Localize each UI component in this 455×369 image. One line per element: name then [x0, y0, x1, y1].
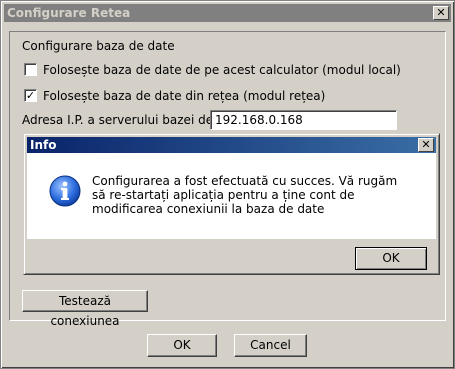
network-mode-checkbox[interactable]: ✓: [24, 89, 37, 102]
info-message-area: Configurarea a fost efectuată cu succes.…: [27, 153, 436, 239]
local-mode-label: Folosește baza de date de pe acest calcu…: [43, 63, 401, 77]
database-config-label: Configurare baza de date: [22, 39, 175, 53]
ip-address-input[interactable]: 192.168.0.168: [210, 110, 397, 130]
window-title: Configurare Retea: [7, 6, 131, 20]
info-title: Info: [30, 138, 57, 152]
window-close-button[interactable]: ✕: [433, 6, 449, 20]
window-titlebar[interactable]: Configurare Retea ✕: [4, 4, 451, 22]
info-dialog: Info ✕ Configurarea a fost efectuată cu …: [23, 133, 440, 275]
info-close-button[interactable]: ✕: [418, 138, 434, 152]
cancel-button[interactable]: Cancel: [234, 334, 307, 357]
close-icon: ✕: [421, 138, 431, 151]
close-icon: ✕: [436, 6, 446, 19]
ok-button[interactable]: OK: [147, 334, 217, 357]
info-titlebar[interactable]: Info ✕: [27, 137, 436, 153]
information-icon: [49, 175, 81, 207]
network-mode-label: Folosește baza de date din rețea (modul …: [43, 89, 326, 103]
info-footer: OK: [27, 239, 436, 271]
test-connection-button[interactable]: Testează conexiunea: [22, 290, 148, 328]
checkmark-icon: ✓: [25, 89, 36, 102]
info-message: Configurarea a fost efectuată cu succes.…: [92, 174, 398, 216]
info-ok-button[interactable]: OK: [355, 247, 427, 270]
local-mode-checkbox[interactable]: [24, 63, 37, 76]
